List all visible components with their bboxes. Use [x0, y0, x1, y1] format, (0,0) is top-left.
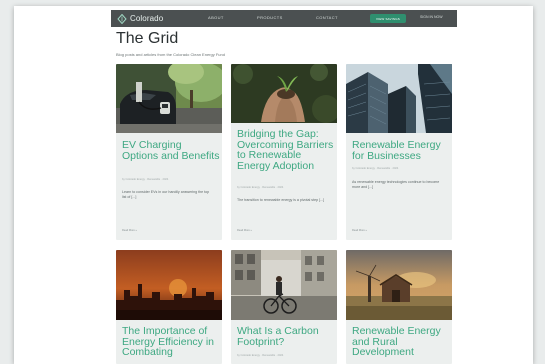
card-title[interactable]: Renewable Energy and Rural Development	[352, 326, 450, 358]
card-excerpt: Learn to consider EVs in our handily ans…	[122, 190, 210, 199]
card-meta: by Colorado Energy · Renewable · 2024	[237, 354, 284, 357]
logo-text: Colorado	[130, 14, 164, 23]
article-card[interactable]: What Is a Carbon Footprint? by Colorado …	[231, 250, 337, 364]
article-card[interactable]: Renewable Energy and Rural Development	[346, 250, 452, 364]
top-nav: Colorado ABOUT PRODUCTS CONTACT VIEW SAV…	[111, 10, 457, 27]
page-title: The Grid	[116, 30, 179, 47]
cyclist-street-image	[231, 250, 337, 320]
article-card[interactable]: The Importance of Energy Efficiency in C…	[116, 250, 222, 364]
ev-charging-image	[116, 64, 222, 133]
card-title[interactable]: The Importance of Energy Efficiency in C…	[122, 326, 220, 358]
card-excerpt: The transition to renewable energy is a …	[237, 198, 325, 202]
read-more-link[interactable]: Read More »	[352, 229, 367, 232]
card-excerpt: As renewable energy technologies continu…	[352, 180, 440, 189]
article-card[interactable]: EV Charging Options and Benefits by Colo…	[116, 64, 222, 240]
sign-in-link[interactable]: SIGN IN NOW	[420, 15, 443, 19]
nav-link-about[interactable]: ABOUT	[208, 15, 224, 20]
article-card[interactable]: Renewable Energy for Businesses by Color…	[346, 64, 452, 240]
nav-link-products[interactable]: PRODUCTS	[257, 15, 283, 20]
card-meta: by Colorado Energy · Renewable · 2024	[237, 186, 284, 189]
article-card[interactable]: Bridging the Gap: Overcoming Barriers to…	[231, 64, 337, 240]
read-more-link[interactable]: Read More »	[122, 229, 137, 232]
sunset-city-image	[116, 250, 222, 320]
card-title[interactable]: Bridging the Gap: Overcoming Barriers to…	[237, 129, 335, 171]
seedling-hands-image	[231, 64, 337, 123]
card-meta: by Colorado Energy · Renewable · 2024	[352, 167, 399, 170]
rural-barn-image	[346, 250, 452, 320]
page-subtitle: Blog posts and articles from the Colorad…	[116, 52, 225, 57]
nav-link-contact[interactable]: CONTACT	[316, 15, 338, 20]
view-savings-button[interactable]: VIEW SAVINGS	[370, 14, 406, 23]
logo[interactable]: Colorado	[117, 12, 163, 25]
card-meta: by Colorado Energy · Renewable · 2024	[122, 178, 169, 181]
card-title[interactable]: What Is a Carbon Footprint?	[237, 326, 335, 347]
card-title[interactable]: Renewable Energy for Businesses	[352, 140, 450, 161]
read-more-link[interactable]: Read More »	[237, 229, 252, 232]
leaf-logo-icon	[117, 13, 127, 24]
skyscrapers-image	[346, 64, 452, 133]
card-title[interactable]: EV Charging Options and Benefits	[122, 140, 220, 161]
